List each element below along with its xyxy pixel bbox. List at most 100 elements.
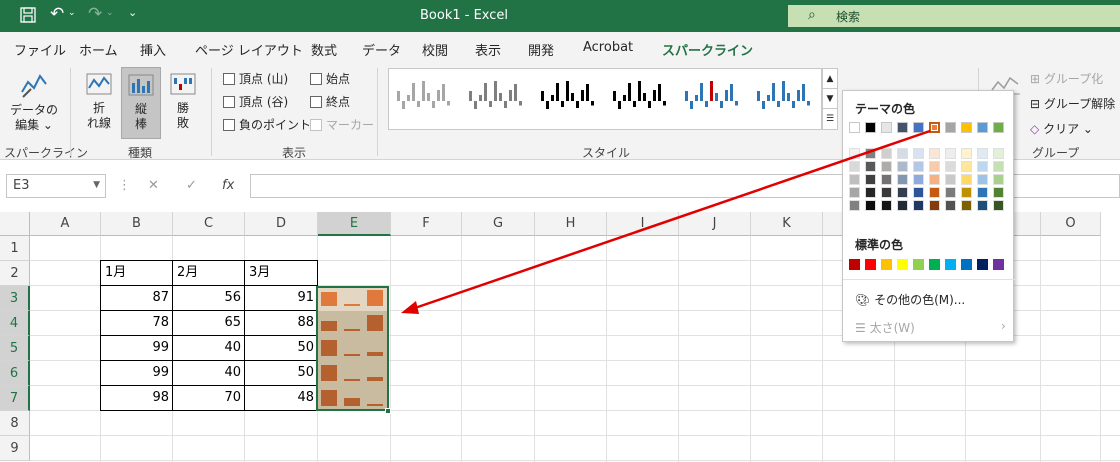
style-gallery-swatches[interactable]: [389, 69, 821, 129]
sparkline-style-option[interactable]: [469, 81, 522, 109]
ungroup-button[interactable]: ⊟ グループ解除: [1030, 95, 1115, 112]
name-box-dropdown-icon[interactable]: ▼: [93, 180, 100, 190]
column-type-button[interactable]: 縦 棒: [121, 67, 161, 139]
group-button[interactable]: ⊞ グループ化: [1030, 70, 1103, 87]
row-header[interactable]: 8: [0, 411, 30, 436]
theme-color-swatch[interactable]: [897, 122, 908, 133]
tab-home[interactable]: ホーム: [79, 40, 118, 59]
data-cell[interactable]: 70: [173, 386, 245, 410]
column-header[interactable]: J: [679, 212, 751, 236]
theme-shade-swatch[interactable]: [913, 161, 924, 172]
theme-shade-swatch[interactable]: [929, 174, 940, 185]
theme-shade-swatch[interactable]: [913, 174, 924, 185]
month-header-cell[interactable]: 3月: [245, 261, 318, 285]
theme-shade-swatch[interactable]: [849, 187, 860, 198]
row-header[interactable]: 2: [0, 261, 30, 286]
insert-function-icon[interactable]: fx: [222, 178, 234, 193]
theme-shade-swatch[interactable]: [913, 187, 924, 198]
theme-shade-swatch[interactable]: [865, 174, 876, 185]
data-cell[interactable]: 50: [245, 336, 318, 360]
data-cell[interactable]: 50: [245, 361, 318, 385]
fill-handle[interactable]: [385, 408, 391, 414]
theme-shade-swatch[interactable]: [897, 148, 908, 159]
data-cell[interactable]: 65: [173, 311, 245, 335]
standard-color-swatch[interactable]: [977, 259, 988, 270]
tab-developer[interactable]: 開発: [528, 40, 554, 59]
theme-shade-swatch[interactable]: [945, 200, 956, 211]
negative-points-checkbox[interactable]: 負のポイント: [223, 116, 311, 133]
column-header[interactable]: C: [173, 212, 245, 236]
column-header[interactable]: O: [1041, 212, 1101, 236]
theme-shade-swatch[interactable]: [929, 187, 940, 198]
theme-color-swatch[interactable]: [945, 122, 956, 133]
row-header[interactable]: 9: [0, 436, 30, 461]
column-header[interactable]: B: [101, 212, 173, 236]
month-header-cell[interactable]: 2月: [173, 261, 245, 285]
clear-button[interactable]: ◇ クリア ⌄: [1030, 120, 1093, 137]
theme-shade-swatch[interactable]: [897, 161, 908, 172]
low-point-checkbox[interactable]: 頂点 (谷): [223, 93, 288, 110]
style-gallery-scroll[interactable]: ▲ ▼ ☰: [822, 68, 838, 130]
column-header[interactable]: G: [462, 212, 535, 236]
redo-icon[interactable]: ↷: [88, 4, 102, 24]
data-cell[interactable]: 98: [101, 386, 173, 410]
tab-review[interactable]: 校閲: [422, 40, 448, 59]
data-cell[interactable]: 88: [245, 311, 318, 335]
theme-shade-swatch[interactable]: [993, 174, 1004, 185]
theme-shade-swatch[interactable]: [993, 161, 1004, 172]
row-header[interactable]: 3: [0, 286, 30, 311]
theme-shade-swatch[interactable]: [961, 174, 972, 185]
standard-color-swatch[interactable]: [865, 259, 876, 270]
row-header[interactable]: 1: [0, 236, 30, 261]
column-header[interactable]: I: [607, 212, 679, 236]
first-point-checkbox[interactable]: 始点: [310, 70, 350, 87]
column-header[interactable]: E: [318, 212, 391, 236]
theme-color-swatch[interactable]: [849, 122, 860, 133]
tab-formulas[interactable]: 数式: [311, 40, 337, 59]
theme-shade-swatch[interactable]: [929, 161, 940, 172]
redo-dropdown-icon[interactable]: ⌄: [106, 8, 114, 18]
theme-color-swatch[interactable]: [913, 122, 924, 133]
data-cell[interactable]: 56: [173, 286, 245, 310]
winloss-type-button[interactable]: 勝 敗: [164, 70, 202, 136]
theme-shade-swatch[interactable]: [945, 174, 956, 185]
gallery-more-icon[interactable]: ☰: [823, 109, 837, 129]
tab-view[interactable]: 表示: [475, 40, 501, 59]
theme-shade-swatch[interactable]: [929, 148, 940, 159]
column-header[interactable]: K: [751, 212, 823, 236]
theme-shade-swatch[interactable]: [849, 200, 860, 211]
theme-shade-swatch[interactable]: [881, 200, 892, 211]
theme-shade-swatch[interactable]: [897, 187, 908, 198]
sparkline-style-option[interactable]: [685, 81, 738, 109]
theme-shade-swatch[interactable]: [913, 148, 924, 159]
theme-shade-swatch[interactable]: [897, 174, 908, 185]
column-header[interactable]: A: [30, 212, 101, 236]
gallery-down-icon[interactable]: ▼: [823, 89, 837, 109]
theme-shade-swatch[interactable]: [993, 187, 1004, 198]
cancel-icon[interactable]: ✕: [148, 178, 159, 193]
theme-shade-swatch[interactable]: [993, 200, 1004, 211]
tab-file[interactable]: ファイル: [14, 40, 66, 59]
last-point-checkbox[interactable]: 終点: [310, 93, 350, 110]
row-header[interactable]: 5: [0, 336, 30, 361]
theme-color-swatch[interactable]: [961, 122, 972, 133]
theme-color-swatch[interactable]: [977, 122, 988, 133]
standard-color-swatch[interactable]: [897, 259, 908, 270]
theme-shade-swatch[interactable]: [961, 187, 972, 198]
customize-quick-access-icon[interactable]: ⌄: [128, 6, 137, 19]
tab-acrobat[interactable]: Acrobat: [583, 40, 633, 55]
theme-color-swatch[interactable]: [929, 122, 940, 133]
markers-checkbox[interactable]: マーカー: [310, 116, 374, 133]
data-cell[interactable]: 99: [101, 336, 173, 360]
theme-shade-swatch[interactable]: [865, 161, 876, 172]
tab-insert[interactable]: 挿入: [140, 40, 166, 59]
undo-icon[interactable]: ↶: [50, 4, 64, 24]
theme-color-swatch[interactable]: [993, 122, 1004, 133]
data-cell[interactable]: 87: [101, 286, 173, 310]
data-cell[interactable]: 91: [245, 286, 318, 310]
row-header[interactable]: 6: [0, 361, 30, 386]
data-cell[interactable]: 40: [173, 361, 245, 385]
data-cell[interactable]: 78: [101, 311, 173, 335]
theme-color-swatch[interactable]: [881, 122, 892, 133]
line-type-button[interactable]: 折 れ線: [80, 70, 118, 136]
